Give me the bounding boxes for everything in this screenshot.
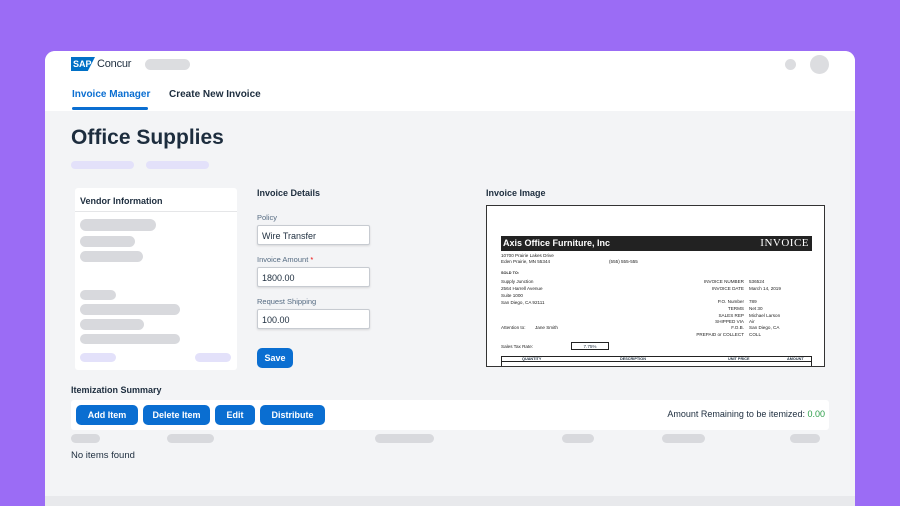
meta-value: COLL [749,332,762,337]
column-unit-price: UNIT PRICE [728,357,750,361]
sold-to-line: Suite 1000 [501,293,523,298]
vendor-line-placeholder [80,290,116,300]
footer-strip [45,496,855,506]
concur-logo[interactable]: SAP Concur [71,57,131,71]
attention-name: Jane Smith [535,325,558,330]
distribute-button[interactable]: Distribute [260,405,325,425]
sold-to-label: SOLD TO: [501,271,520,275]
vendor-line-placeholder [80,236,135,247]
meta-label: INVOICE NUMBER [703,279,744,284]
invoice-address-2: Eden Prairie, MN 55344 [501,259,551,264]
attention-label: Attention to: [501,325,526,330]
sales-tax-label: Sales Tax Rate: [501,344,534,349]
vendor-link-placeholder[interactable] [80,353,116,362]
meta-label: TERMS [727,306,744,311]
breadcrumb-placeholder [146,161,209,169]
vendor-link-placeholder[interactable] [195,353,231,362]
empty-state-text: No items found [71,450,135,461]
column-header-placeholder [790,434,820,443]
meta-label: PREPAID or COLLECT [696,332,744,337]
column-header-placeholder [375,434,434,443]
vendor-line-placeholder [80,304,180,315]
invoice-header-band: Axis Office Furniture, Inc INVOICE [501,236,812,251]
page-title: Office Supplies [71,126,224,149]
policy-label: Policy [257,213,278,222]
meta-label: P.O. Number [717,299,744,304]
sold-to-line: 2564 Harrell Avenue [501,286,543,291]
request-shipping-input[interactable]: 100.00 [257,309,370,329]
meta-label: F.O.B. [731,325,744,330]
invoice-image-title: Invoice Image [486,188,546,198]
itemization-summary-title: Itemization Summary [71,385,162,395]
vendor-information-card: Vendor Information [75,188,237,370]
vendor-line-placeholder [80,251,143,262]
column-amount: AMOUNT [787,357,804,361]
invoice-details-title: Invoice Details [257,188,321,198]
brand-name: Concur [97,58,132,70]
column-header-placeholder [71,434,100,443]
invoice-image: Axis Office Furniture, Inc INVOICE 10700… [486,205,825,367]
meta-label: INVOICE DATE [711,286,744,291]
breadcrumb-placeholder [71,161,134,169]
amount-remaining: Amount Remaining to be itemized: 0.00 [667,409,825,419]
meta-value: 789 [749,299,757,304]
top-bar: SAP Concur Invoice Manager Create New In… [45,51,855,111]
tab-invoice-manager[interactable]: Invoice Manager [72,89,150,100]
meta-value: March 14, 2019 [749,286,781,291]
invoice-amount-label: Invoice Amount * [257,255,314,264]
sap-badge: SAP [71,57,95,71]
user-placeholder [145,59,190,70]
invoice-table-header: QUANTITY DESCRIPTION UNIT PRICE AMOUNT [501,356,812,366]
save-button[interactable]: Save [257,348,293,368]
request-shipping-label: Request Shipping [257,297,317,306]
notification-icon[interactable] [785,59,796,70]
meta-value: Net 30 [749,306,763,311]
sold-to-line: San Diego, CA 92111 [501,300,545,305]
vendor-line-placeholder [80,219,156,231]
column-header-placeholder [167,434,214,443]
invoice-doc-type: INVOICE [760,237,809,249]
avatar[interactable] [810,55,829,74]
app-window: SAP Concur Invoice Manager Create New In… [45,51,855,506]
column-header-placeholder [562,434,594,443]
vendor-line-placeholder [80,334,180,344]
tab-create-new-invoice[interactable]: Create New Invoice [169,89,261,100]
edit-button[interactable]: Edit [215,405,255,425]
delete-item-button[interactable]: Delete Item [143,405,210,425]
vendor-card-title: Vendor Information [75,188,237,212]
meta-value: 536524 [749,279,765,284]
amount-remaining-value: 0.00 [807,409,825,419]
column-quantity: QUANTITY [522,357,542,361]
sales-tax-value: 7.75% [571,342,609,350]
column-header-placeholder [662,434,705,443]
column-description: DESCRIPTION [620,357,646,361]
invoice-phone: (555) 555-555 [609,259,638,264]
required-marker: * [310,255,314,264]
active-tab-indicator [72,107,148,110]
vendor-line-placeholder [80,319,144,330]
meta-value: San Diego, CA [749,325,780,330]
invoice-company: Axis Office Furniture, Inc [503,238,611,248]
sold-to-line: Supply Junction [501,279,534,284]
invoice-amount-input[interactable]: 1800.00 [257,267,370,287]
add-item-button[interactable]: Add Item [76,405,138,425]
policy-select[interactable]: Wire Transfer [257,225,370,245]
